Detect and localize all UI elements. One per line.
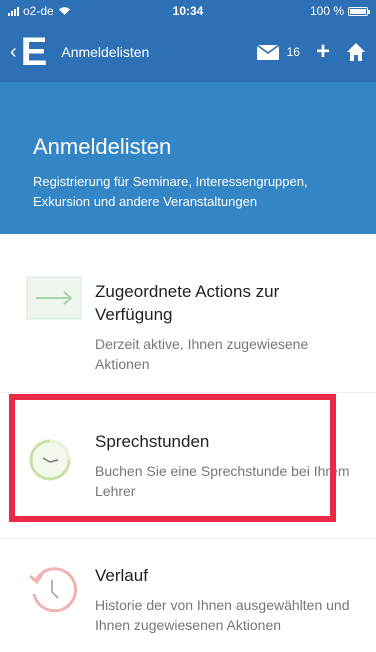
menu-item-verlauf[interactable]: Verlauf Historie der von Ihnen ausgewähl… (0, 560, 376, 652)
divider (0, 538, 376, 539)
envelope-icon (256, 44, 279, 60)
menu-item-title: Verlauf (95, 566, 148, 585)
nav-title: Anmeldelisten (61, 44, 150, 60)
home-icon[interactable] (346, 42, 366, 62)
menu-item-description: Historie der von Ihnen ausgewählten und … (95, 597, 350, 633)
status-left: o2-de (8, 4, 128, 18)
battery-label: 100 % (309, 4, 344, 18)
menu-item-actions[interactable]: Zugeordnete Actions zur Verfügung Derzei… (0, 270, 376, 380)
plus-icon[interactable]: + (316, 40, 330, 64)
arrow-right-icon (26, 276, 82, 325)
mail-count: 16 (286, 45, 300, 59)
chevron-left-icon[interactable]: ‹ (10, 41, 17, 64)
menu-item-title: Zugeordnete Actions zur Verfügung (95, 282, 280, 324)
wifi-icon (58, 7, 70, 15)
history-icon (26, 564, 78, 621)
menu-text: Verlauf Historie der von Ihnen ausgewähl… (95, 564, 358, 635)
status-bar: o2-de 10:34 100 % (0, 0, 376, 22)
battery-icon (348, 6, 370, 16)
clock-icon (26, 436, 74, 489)
menu-item-description: Derzeit aktive, Ihnen zugewiesene Aktion… (95, 336, 309, 372)
mail-button[interactable]: 16 (256, 44, 300, 60)
header-banner: Anmeldelisten Registrierung für Seminare… (0, 82, 376, 234)
carrier-label: o2-de (23, 4, 54, 18)
menu-text: Zugeordnete Actions zur Verfügung Derzei… (95, 280, 358, 374)
divider (0, 392, 376, 393)
signal-icon (8, 6, 19, 16)
menu-item-description: Buchen Sie eine Sprechstunde bei Ihrem L… (95, 463, 350, 499)
app-logo[interactable]: E (21, 32, 48, 72)
status-time: 10:34 (172, 4, 204, 18)
page-subtitle: Registrierung für Seminare, Interessengr… (33, 174, 308, 209)
battery-fill (350, 8, 366, 14)
menu-item-title: Sprechstunden (95, 432, 210, 451)
menu-text: Sprechstunden Buchen Sie eine Sprechstun… (95, 430, 358, 501)
page-title: Anmeldelisten (33, 134, 172, 159)
nav-actions: 16 + (256, 40, 366, 64)
menu-item-sprechstunden[interactable]: Sprechstunden Buchen Sie eine Sprechstun… (0, 420, 376, 520)
nav-bar: ‹ E Anmeldelisten 16 + (0, 22, 376, 82)
status-right: 100 % (248, 4, 370, 18)
